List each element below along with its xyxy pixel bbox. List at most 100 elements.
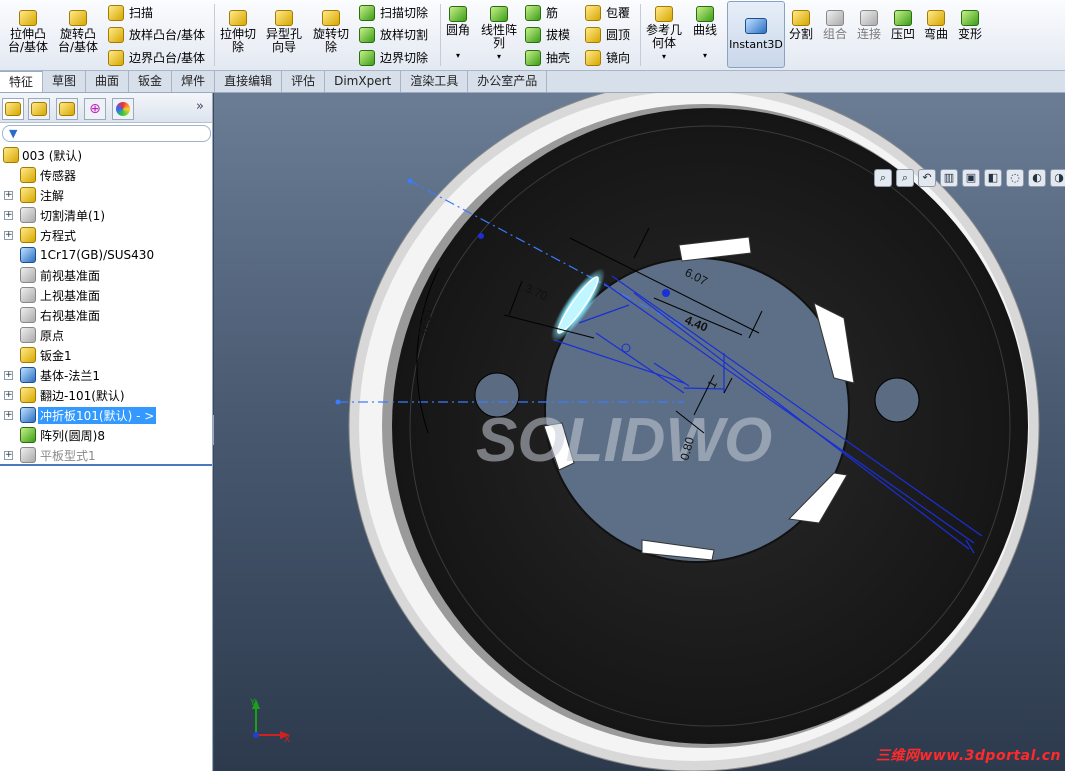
feature-manager-icon[interactable] [2, 98, 24, 120]
tab-5[interactable]: 直接编辑 [215, 71, 283, 92]
fillet-button[interactable]: 圆角 ▾ [446, 6, 470, 62]
expand-toggle-icon[interactable]: + [4, 230, 13, 240]
tab-6[interactable]: 评估 [282, 71, 326, 92]
reference-geometry-dropdown-icon[interactable]: ▾ [662, 50, 666, 63]
rib-button[interactable]: 筋 [525, 4, 558, 21]
zoom-to-area-icon[interactable]: ⌕ [896, 169, 914, 187]
display-style-icon[interactable]: ◧ [984, 169, 1002, 187]
tree-item-9[interactable]: 钣金1 [0, 345, 212, 365]
display-manager-icon[interactable] [112, 98, 134, 120]
tree-item-1[interactable]: + 注解 [0, 185, 212, 205]
tree-root[interactable]: 003 (默认) [0, 145, 212, 165]
rollback-bar[interactable] [0, 464, 212, 466]
configuration-manager-icon[interactable] [56, 98, 78, 120]
tree-item-2[interactable]: + 切割清单(1) [0, 205, 212, 225]
tree-item-5[interactable]: 前视基准面 [0, 265, 212, 285]
expand-toggle-icon[interactable]: + [4, 190, 13, 200]
curves-label: 曲线 [693, 23, 718, 37]
tree-item-13[interactable]: 阵列(圆周)8 [0, 425, 212, 445]
tree-item-10[interactable]: + 基体-法兰1 [0, 365, 212, 385]
linear-pattern-dropdown-icon[interactable]: ▾ [497, 50, 501, 63]
graphics-area[interactable]: SOLIDWO 6.07 4.40 3.70 37.51° 0.80 1 Y X… [214, 93, 1065, 771]
extrude-cut-button[interactable]: 拉伸切 除 [220, 10, 256, 54]
tree-item-label: 003 (默认) [22, 148, 83, 163]
boundary-cut-button[interactable]: 边界切除 [359, 49, 428, 66]
loft-boss-button[interactable]: 放样凸台/基体 [108, 26, 205, 43]
tab-1[interactable]: 草图 [43, 71, 87, 92]
zoom-to-fit-icon[interactable]: ⌕ [874, 169, 892, 187]
tree-item-0[interactable]: 传感器 [0, 165, 212, 185]
draft-button[interactable]: 拔模 [525, 26, 570, 43]
shell-button[interactable]: 抽壳 [525, 49, 570, 66]
combine-button[interactable]: 组合 [823, 10, 847, 41]
boundary-cut-label: 边界切除 [380, 51, 429, 65]
tree-item-6[interactable]: 上视基准面 [0, 285, 212, 305]
property-manager-icon[interactable] [28, 98, 50, 120]
flex-icon [927, 10, 945, 26]
panel-expand-icon[interactable]: » [196, 99, 204, 114]
tab-2[interactable]: 曲面 [86, 71, 130, 92]
expand-toggle-icon[interactable]: + [4, 210, 13, 220]
tree-item-14[interactable]: + 平板型式1 [0, 445, 212, 465]
tab-3[interactable]: 钣金 [129, 71, 173, 92]
tree-item-label: 切割清单(1) [40, 208, 105, 223]
tab-8[interactable]: 渲染工具 [401, 71, 469, 92]
reference-geometry-button[interactable]: 参考几 何体 ▾ [646, 6, 682, 63]
split-label: 分割 [789, 27, 814, 41]
instant3d-button[interactable]: Instant3D [727, 1, 785, 68]
tree-item-0-icon [20, 167, 36, 183]
revolve-cut-button[interactable]: 旋转切 除 [313, 10, 349, 54]
wrap-button[interactable]: 包覆 [585, 4, 630, 21]
boundary-boss-label: 边界凸台/基体 [129, 51, 206, 65]
indent-button[interactable]: 压凹 [891, 10, 915, 41]
split-button[interactable]: 分割 [789, 10, 813, 41]
view-orientation-icon[interactable]: ▣ [962, 169, 980, 187]
boundary-boss-button[interactable]: 边界凸台/基体 [108, 49, 205, 66]
tree-root-icon [3, 147, 19, 163]
tree-item-11[interactable]: + 翻边-101(默认) [0, 385, 212, 405]
hide-show-items-icon[interactable]: ◌ [1006, 169, 1024, 187]
curves-dropdown-icon[interactable]: ▾ [703, 49, 707, 62]
expand-toggle-icon[interactable]: + [4, 390, 13, 400]
edit-appearance-icon[interactable]: ◐ [1028, 169, 1046, 187]
sweep-cut-button[interactable]: 扫描切除 [359, 4, 428, 21]
expand-toggle-icon[interactable]: + [4, 410, 13, 420]
flex-label: 弯曲 [924, 27, 949, 41]
dome-icon [585, 26, 601, 43]
sweep-button[interactable]: 扫描 [108, 4, 153, 21]
tree-item-label: 上视基准面 [40, 288, 101, 303]
deform-button[interactable]: 变形 [958, 10, 982, 41]
loft-cut-button[interactable]: 放样切割 [359, 26, 428, 43]
tab-0[interactable]: 特征 [0, 71, 44, 92]
apply-scene-icon[interactable]: ◑ [1050, 169, 1065, 187]
loft-cut-icon [359, 26, 375, 43]
extrude-boss-button[interactable]: 拉伸凸 台/基体 [8, 10, 48, 54]
tree-filter-input[interactable]: ▼ [2, 125, 211, 142]
flex-button[interactable]: 弯曲 [924, 10, 948, 41]
fillet-label: 圆角 [446, 23, 471, 37]
previous-view-icon[interactable]: ↶ [918, 169, 936, 187]
tab-7[interactable]: DimXpert [325, 71, 402, 92]
tree-item-3[interactable]: + 方程式 [0, 225, 212, 245]
revolve-boss-button[interactable]: 旋转凸 台/基体 [58, 10, 98, 54]
linear-pattern-button[interactable]: 线性阵 列 ▾ [481, 6, 517, 63]
curves-button[interactable]: 曲线 ▾ [693, 6, 717, 62]
tab-9[interactable]: 办公室产品 [468, 71, 548, 92]
tab-4[interactable]: 焊件 [172, 71, 216, 92]
tree-item-8[interactable]: 原点 [0, 325, 212, 345]
tree-item-12[interactable]: + 冲折板101(默认) - > [0, 405, 212, 425]
hole-wizard-button[interactable]: 异型孔 向导 [266, 10, 302, 54]
section-view-icon[interactable]: ▥ [940, 169, 958, 187]
join-button[interactable]: 连接 [857, 10, 881, 41]
dome-button[interactable]: 圆顶 [585, 26, 630, 43]
tree-item-7[interactable]: 右视基准面 [0, 305, 212, 325]
expand-toggle-icon[interactable]: + [4, 450, 13, 460]
tree-item-4[interactable]: 1Cr17(GB)/SUS430 [0, 245, 212, 265]
mirror-button[interactable]: 镜向 [585, 49, 630, 66]
fillet-dropdown-icon[interactable]: ▾ [456, 49, 460, 62]
command-manager-tabs: 特征 草图 曲面 钣金 焊件 直接编辑 评估 DimXpert 渲染工具 办公室产品 [0, 71, 1065, 93]
dimxpert-manager-icon[interactable]: ⊕ [84, 98, 106, 120]
dome-label: 圆顶 [606, 28, 631, 42]
tree-item-label: 前视基准面 [40, 268, 101, 283]
expand-toggle-icon[interactable]: + [4, 370, 13, 380]
